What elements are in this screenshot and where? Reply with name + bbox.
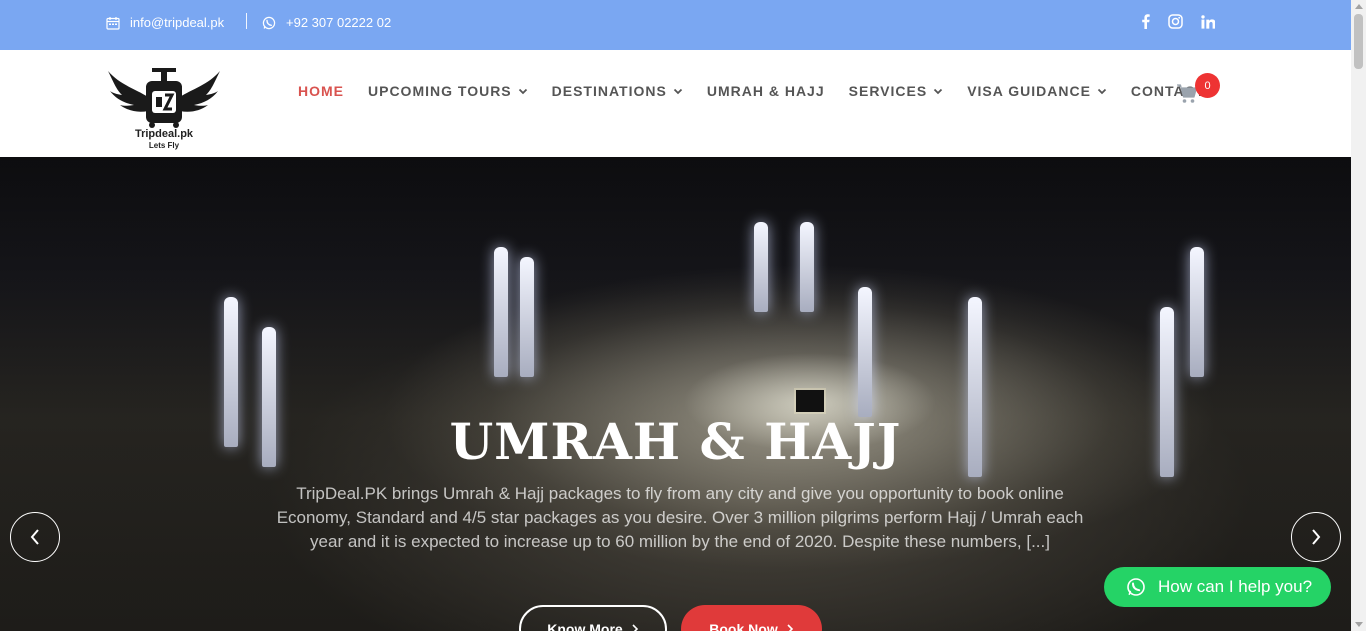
email-contact[interactable]: info@tripdeal.pk [106, 15, 224, 30]
nav-destinations[interactable]: DESTINATIONS [552, 83, 683, 99]
phone-text: +92 307 02222 02 [286, 15, 392, 30]
scroll-up-icon[interactable] [1355, 4, 1363, 9]
whatsapp-icon [1127, 578, 1145, 596]
social-links [1141, 14, 1215, 29]
divider [246, 13, 247, 29]
logo-emblem [108, 68, 220, 128]
facebook-icon[interactable] [1141, 14, 1150, 29]
nav-services-label: SERVICES [848, 83, 928, 99]
site-header: Tripdeal.pk Lets Fly HOME UPCOMING TOURS… [0, 50, 1351, 157]
nav-upcoming-tours[interactable]: UPCOMING TOURS [368, 83, 528, 99]
minaret-shape [858, 287, 872, 417]
main-nav: HOME UPCOMING TOURS DESTINATIONS UMRAH &… [298, 83, 1229, 99]
page-scrollbar[interactable] [1351, 0, 1366, 631]
linkedin-icon[interactable] [1201, 14, 1215, 29]
nav-services[interactable]: SERVICES [849, 83, 944, 99]
scrollbar-thumb[interactable] [1354, 14, 1363, 69]
whatsapp-icon [262, 16, 276, 30]
slider-prev-button[interactable] [10, 512, 60, 562]
chevron-right-icon [632, 624, 638, 631]
nav-visa-guidance[interactable]: VISA GUIDANCE [967, 83, 1107, 99]
nav-home-label: HOME [298, 83, 344, 99]
chevron-down-icon [673, 88, 682, 95]
hero-slider: UMRAH & HAJJ TripDeal.PK brings Umrah & … [0, 157, 1351, 631]
nav-umrah-hajj-label: UMRAH & HAJJ [706, 83, 825, 99]
site-logo[interactable]: Tripdeal.pk Lets Fly [108, 67, 220, 153]
nav-umrah-hajj[interactable]: UMRAH & HAJJ [707, 83, 825, 99]
top-bar: info@tripdeal.pk +92 307 02222 02 [0, 0, 1351, 50]
phone-contact[interactable]: +92 307 02222 02 [262, 15, 391, 30]
minaret-shape [800, 222, 814, 312]
chevron-down-icon [934, 88, 943, 95]
cart-count-badge: 0 [1195, 73, 1220, 98]
chevron-down-icon [518, 88, 527, 95]
hero-title: UMRAH & HAJJ [449, 412, 902, 471]
book-now-button[interactable]: Book Now [681, 605, 822, 631]
chat-label: How can I help you? [1158, 577, 1313, 596]
hero-description: TripDeal.PK brings Umrah & Hajj packages… [276, 484, 1084, 551]
chevron-left-icon [30, 529, 39, 545]
book-now-label: Book Now [709, 621, 778, 631]
nav-upcoming-tours-label: UPCOMING TOURS [368, 83, 512, 99]
chevron-down-icon [1097, 88, 1107, 95]
minaret-shape [494, 247, 508, 377]
minaret-shape [520, 257, 534, 377]
minaret-shape [754, 222, 768, 312]
whatsapp-chat-button[interactable]: How can I help you? [1104, 567, 1331, 607]
scroll-down-icon[interactable] [1355, 622, 1363, 627]
know-more-button[interactable]: Know More [519, 605, 667, 631]
email-text: info@tripdeal.pk [130, 15, 225, 30]
nav-visa-guidance-label: VISA GUIDANCE [967, 83, 1091, 99]
nav-destinations-label: DESTINATIONS [551, 83, 667, 99]
logo-brand: Tripdeal.pk [134, 128, 194, 140]
chevron-right-icon [1312, 529, 1321, 545]
chevron-right-icon [787, 624, 793, 631]
slider-next-button[interactable] [1291, 512, 1341, 562]
logo-tagline: Lets Fly [148, 141, 180, 150]
know-more-label: Know More [547, 621, 623, 631]
kaaba-shape [796, 390, 824, 412]
nav-home[interactable]: HOME [298, 83, 344, 99]
instagram-icon[interactable] [1168, 14, 1183, 29]
minaret-shape [1190, 247, 1204, 377]
calendar-icon [106, 16, 120, 30]
